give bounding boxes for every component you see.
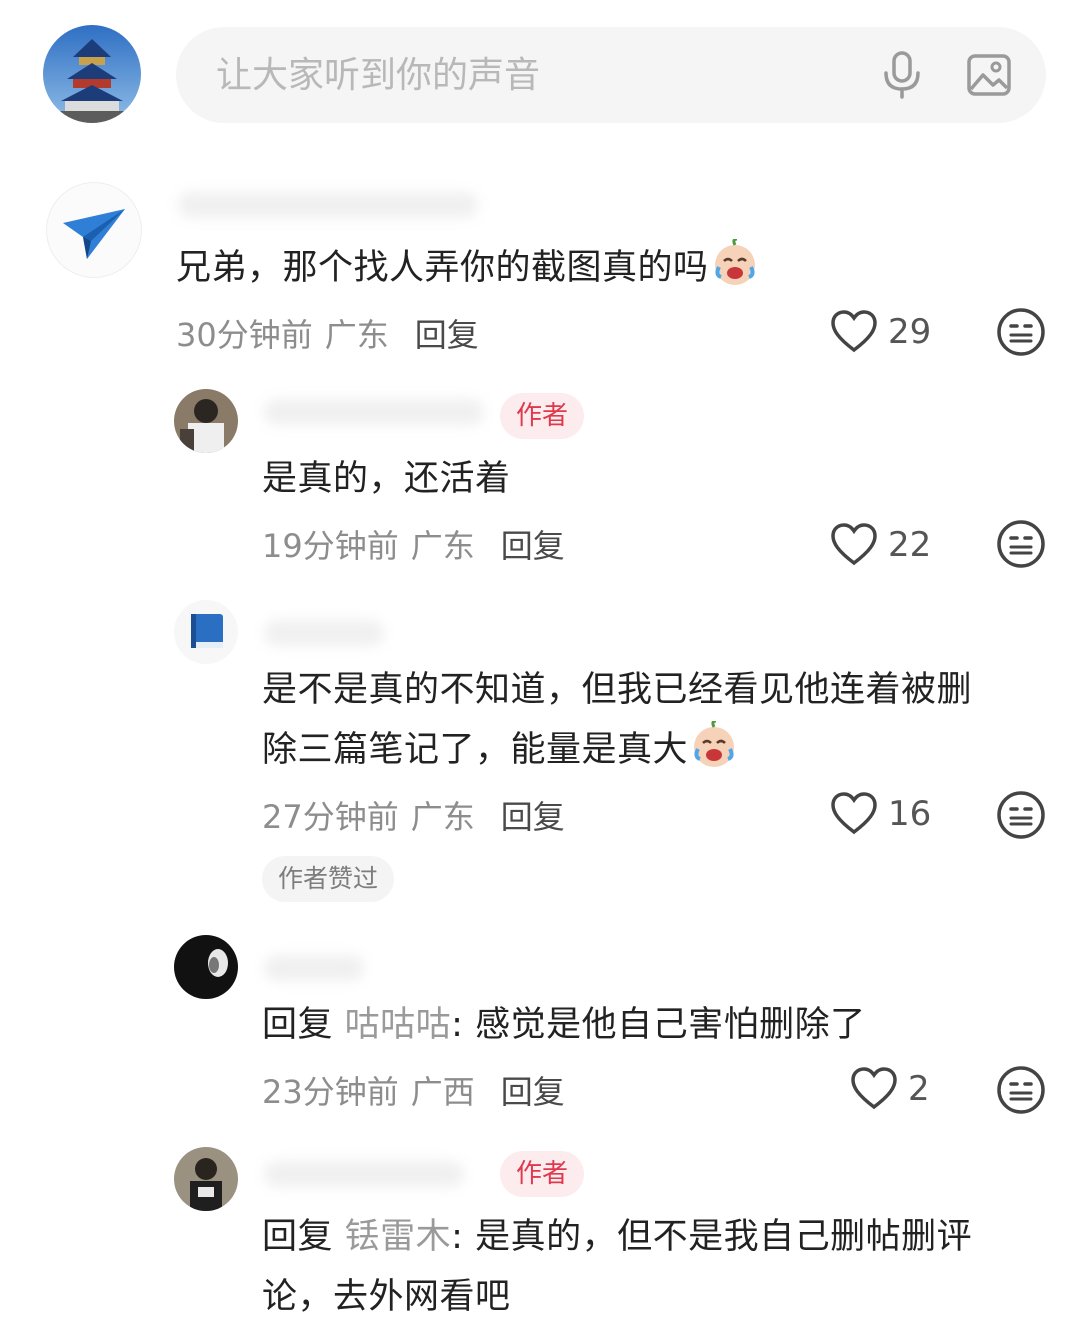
comment-meta: 23分钟前 广西 回复 (262, 1073, 565, 1111)
avatar[interactable] (174, 389, 238, 453)
dislike-face-icon[interactable] (996, 519, 1046, 569)
mention-username[interactable]: 铥雷木 (345, 1217, 452, 1257)
username-blurred (264, 620, 384, 646)
comment-input[interactable] (216, 47, 856, 103)
reply-button[interactable]: 回复 (415, 316, 479, 354)
username-blurred (264, 1161, 464, 1187)
username-blurred (264, 399, 484, 425)
crying-laughing-emoji-icon (714, 239, 755, 285)
comment-text: 是真的，还活着 (262, 459, 511, 499)
comment-meta: 27分钟前 广东 回复 (262, 798, 565, 836)
like-button[interactable]: 22 (830, 521, 931, 569)
comment-text: 是不是真的不知道，但我已经看见他连着被删 除三篇笔记了，能量是真大 (262, 670, 973, 770)
reply-item: 作者 回复 铥雷木: 是真的，但不是我自己删帖删评 论，去外网看吧 (0, 1145, 1080, 1327)
image-icon[interactable] (966, 53, 1012, 97)
reply-item: 作者 是真的，还活着 19分钟前 广东 回复 22 (0, 385, 1080, 585)
dislike-face-icon[interactable] (996, 307, 1046, 357)
reply-button[interactable]: 回复 (501, 527, 565, 565)
like-count: 2 (908, 1069, 930, 1109)
paper-plane-icon (63, 209, 125, 259)
reply-item: 是不是真的不知道，但我已经看见他连着被删 除三篇笔记了，能量是真大 27分钟前广… (0, 600, 1080, 910)
like-count: 29 (888, 312, 932, 352)
like-count: 16 (888, 794, 932, 834)
crying-laughing-emoji-icon (694, 721, 735, 767)
username-blurred (264, 955, 364, 981)
dislike-face-icon[interactable] (996, 1065, 1046, 1115)
heart-icon (831, 523, 877, 566)
comment-item: 兄弟，那个找人弄你的截图真的吗 30分钟前 广东 回复 29 (0, 170, 1080, 370)
comment-meta: 30分钟前 广东 回复 (176, 316, 479, 354)
avatar[interactable] (46, 182, 142, 278)
heart-icon (831, 792, 877, 835)
comment-text: 回复 咕咕咕: 感觉是他自己害怕删除了 (262, 1005, 866, 1045)
comment-text: 回复 铥雷木: 是真的，但不是我自己删帖删评 论，去外网看吧 (262, 1217, 973, 1317)
book-icon (191, 614, 223, 648)
like-button[interactable]: 29 (830, 308, 931, 356)
heart-icon (851, 1067, 897, 1110)
avatar[interactable] (174, 935, 238, 999)
heart-icon (831, 310, 877, 353)
comment-meta: 19分钟前 广东 回复 (262, 527, 565, 565)
avatar[interactable] (174, 600, 238, 664)
author-badge: 作者 (500, 1151, 585, 1197)
author-liked-badge: 作者赞过 (262, 856, 395, 902)
mic-icon[interactable] (882, 51, 922, 99)
avatar[interactable] (174, 1147, 238, 1211)
comment-input-box[interactable] (176, 27, 1046, 123)
mention-username[interactable]: 咕咕咕 (345, 1005, 452, 1045)
like-count: 22 (888, 525, 932, 565)
like-button[interactable]: 16 (830, 790, 931, 838)
comment-text: 兄弟，那个找人弄你的截图真的吗 (176, 238, 759, 298)
my-avatar[interactable] (43, 25, 141, 123)
comment-input-row (0, 0, 1080, 150)
reply-button[interactable]: 回复 (501, 798, 565, 836)
reply-item: 回复 咕咕咕: 感觉是他自己害怕删除了 23分钟前 广西 回复 2 (0, 935, 1080, 1135)
dislike-face-icon[interactable] (996, 790, 1046, 840)
username-blurred (178, 192, 478, 218)
like-button[interactable]: 2 (850, 1065, 930, 1113)
author-badge: 作者 (500, 393, 585, 439)
reply-button[interactable]: 回复 (501, 1073, 565, 1111)
